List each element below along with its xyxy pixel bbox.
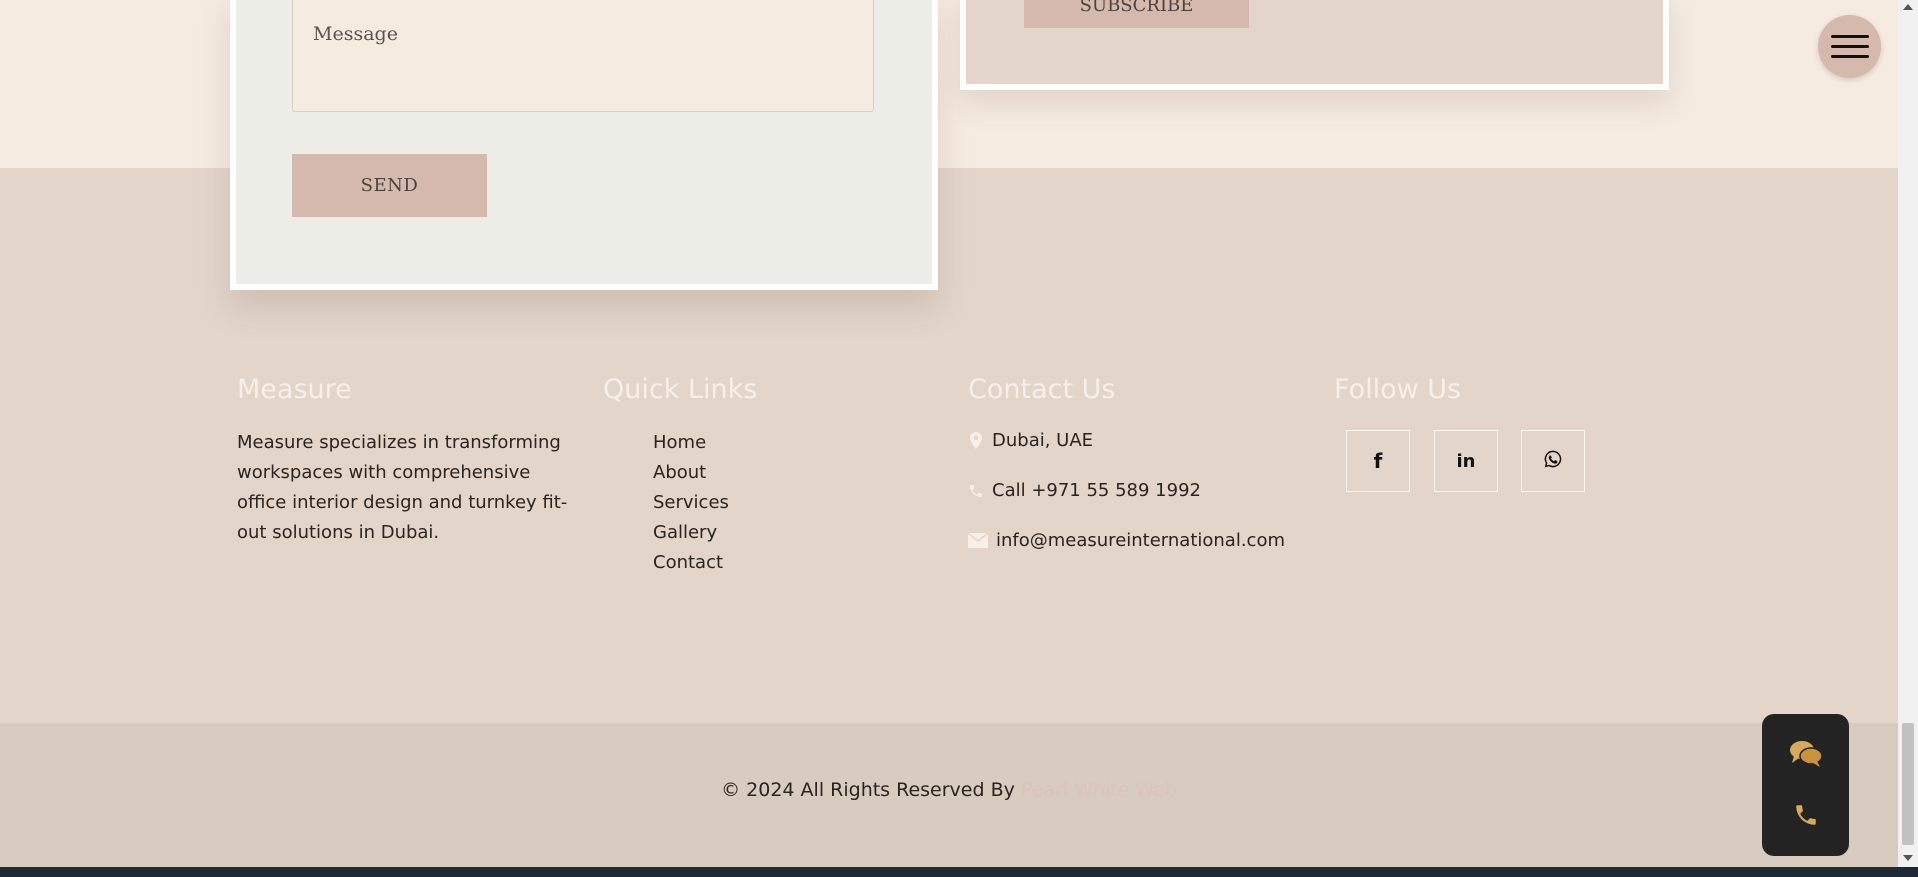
subscribe-button[interactable]: SUBSCRIBE bbox=[1024, 0, 1249, 28]
location-text: Dubai, UAE bbox=[992, 430, 1094, 451]
scroll-up-arrow-icon[interactable] bbox=[1903, 4, 1913, 10]
link-about[interactable]: About bbox=[653, 458, 729, 488]
floating-contact-widget bbox=[1762, 714, 1849, 856]
linkedin-button[interactable]: in bbox=[1434, 430, 1498, 492]
copyright: © 2024 All Rights Reserved By Pearl Whit… bbox=[0, 779, 1898, 801]
menu-button[interactable] bbox=[1818, 15, 1881, 78]
facebook-icon: f bbox=[1373, 449, 1383, 473]
link-gallery[interactable]: Gallery bbox=[653, 518, 729, 548]
hamburger-icon-bar bbox=[1830, 55, 1869, 58]
link-home[interactable]: Home bbox=[653, 428, 729, 458]
newsletter-card: SUBSCRIBE bbox=[960, 0, 1669, 90]
scroll-down-arrow-icon[interactable] bbox=[1903, 855, 1913, 861]
vertical-scrollbar[interactable] bbox=[1898, 0, 1918, 867]
taskbar-strip bbox=[0, 867, 1918, 877]
contact-email[interactable]: info@measureinternational.com bbox=[968, 530, 1285, 551]
whatsapp-icon bbox=[1543, 449, 1563, 474]
hamburger-icon-bar bbox=[1830, 45, 1869, 48]
contact-title: Contact Us bbox=[968, 374, 1116, 405]
facebook-button[interactable]: f bbox=[1346, 430, 1410, 492]
email-text: info@measureinternational.com bbox=[996, 530, 1286, 551]
phone-call-icon[interactable] bbox=[1793, 802, 1819, 832]
linkedin-icon: in bbox=[1456, 450, 1476, 472]
quick-links-title: Quick Links bbox=[603, 374, 758, 405]
whatsapp-button[interactable] bbox=[1521, 430, 1585, 492]
quick-links-list: Home About Services Gallery Contact bbox=[653, 428, 729, 578]
scroll-thumb[interactable] bbox=[1902, 723, 1914, 845]
chat-icon[interactable] bbox=[1788, 739, 1824, 773]
map-pin-icon bbox=[968, 432, 984, 449]
about-title: Measure bbox=[237, 374, 352, 405]
contact-form-card: Message SEND bbox=[230, 0, 938, 290]
link-services[interactable]: Services bbox=[653, 488, 729, 518]
copyright-text: © 2024 All Rights Reserved By bbox=[721, 779, 1015, 801]
message-field[interactable]: Message bbox=[292, 0, 874, 112]
page: Message SEND SUBSCRIBE Measure Measure s… bbox=[0, 0, 1898, 877]
contact-phone[interactable]: Call +971 55 589 1992 bbox=[968, 480, 1201, 501]
follow-title: Follow Us bbox=[1334, 374, 1462, 405]
brand-link[interactable]: Pearl White Web bbox=[1021, 779, 1177, 801]
phone-icon bbox=[968, 483, 984, 499]
contact-location: Dubai, UAE bbox=[968, 430, 1093, 451]
envelope-icon bbox=[968, 533, 988, 548]
send-button[interactable]: SEND bbox=[292, 154, 487, 217]
phone-text: Call +971 55 589 1992 bbox=[992, 480, 1201, 501]
about-text: Measure specializes in transforming work… bbox=[237, 432, 568, 543]
link-contact[interactable]: Contact bbox=[653, 548, 729, 578]
hamburger-icon bbox=[1830, 35, 1869, 38]
